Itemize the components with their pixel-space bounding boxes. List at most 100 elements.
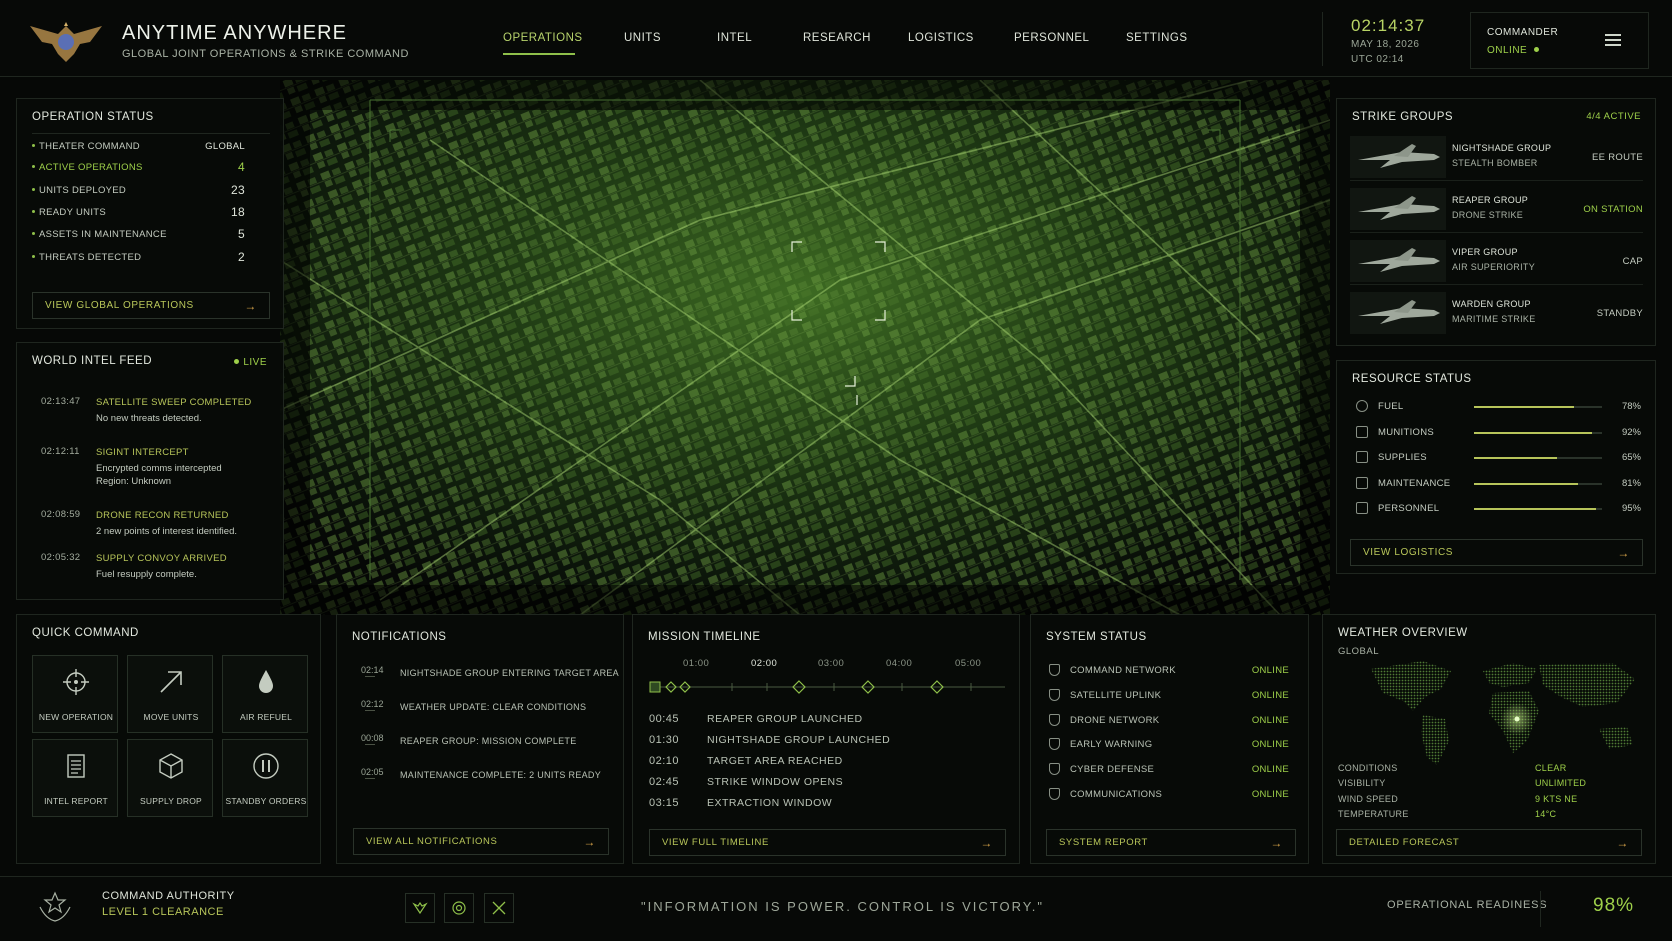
- wings-icon: [412, 902, 428, 914]
- notification-time: 02:14: [361, 665, 384, 675]
- system-shield-icon: [1049, 713, 1060, 726]
- timeline-tick-label: 05:00: [955, 658, 982, 669]
- timeline-event-label[interactable]: EXTRACTION WINDOW: [707, 797, 832, 809]
- system-report-button[interactable]: SYSTEM REPORT →: [1046, 829, 1296, 856]
- user-status-text: ONLINE: [1487, 45, 1528, 56]
- timeline-event-label[interactable]: STRIKE WINDOW OPENS: [707, 776, 843, 788]
- intel-body: Encrypted comms intercepted: [96, 463, 222, 474]
- footer-shortcut-wings[interactable]: [405, 893, 435, 923]
- crate-icon: [156, 751, 186, 781]
- notification-text[interactable]: REAPER GROUP: MISSION COMPLETE: [400, 736, 577, 746]
- status-row-value: 2: [238, 250, 245, 264]
- aircraft-thumbnail: [1350, 240, 1446, 282]
- button-label: DETAILED FORECAST: [1349, 837, 1460, 848]
- intel-body: No new threats detected.: [96, 413, 202, 424]
- resource-bar-fill: [1474, 508, 1596, 510]
- arrow-right-icon: →: [583, 834, 596, 849]
- eagle-emblem-icon: [30, 22, 102, 62]
- status-row-text: THREATS DETECTED: [39, 252, 142, 263]
- view-global-operations-button[interactable]: VIEW GLOBAL OPERATIONS →: [32, 292, 270, 319]
- user-card[interactable]: COMMANDER ONLINE: [1470, 12, 1649, 69]
- document-icon: [61, 751, 91, 781]
- quick-command-move-units-button[interactable]: MOVE UNITS: [127, 655, 213, 733]
- strike-group-status: EE ROUTE: [1592, 152, 1643, 163]
- quick-command-standby-orders-button[interactable]: STANDBY ORDERS: [222, 739, 308, 817]
- footer-shortcut-radar[interactable]: [444, 893, 474, 923]
- munitions-icon: [1356, 425, 1368, 438]
- timeline-track[interactable]: [647, 675, 1009, 699]
- intel-title[interactable]: SUPPLY CONVOY ARRIVED: [96, 553, 227, 564]
- button-label: VIEW GLOBAL OPERATIONS: [45, 300, 194, 311]
- intel-title[interactable]: SATELLITE SWEEP COMPLETED: [96, 397, 252, 408]
- arrow-right-icon: →: [1616, 835, 1629, 850]
- radar-icon: [452, 901, 466, 915]
- tactical-map[interactable]: [280, 80, 1330, 615]
- quick-command-label: SUPPLY DROP: [140, 796, 202, 806]
- timeline-event-label[interactable]: REAPER GROUP LAUNCHED: [707, 713, 863, 725]
- app-subtitle: GLOBAL JOINT OPERATIONS & STRIKE COMMAND: [122, 48, 409, 60]
- intel-title[interactable]: DRONE RECON RETURNED: [96, 510, 229, 521]
- timeline-event-label[interactable]: NIGHTSHADE GROUP LAUNCHED: [707, 734, 890, 746]
- tab-intel[interactable]: INTEL: [717, 32, 752, 44]
- world-map[interactable]: [1353, 649, 1643, 769]
- timeline-event-time: 02:45: [649, 776, 680, 788]
- view-all-notifications-button[interactable]: VIEW ALL NOTIFICATIONS →: [353, 828, 609, 855]
- resource-bar-track: [1474, 457, 1602, 459]
- status-row-text: ACTIVE OPERATIONS: [39, 162, 143, 173]
- tab-units[interactable]: UNITS: [624, 32, 661, 44]
- notification-sublabel: [365, 676, 375, 677]
- quick-command-new-operation-button[interactable]: NEW OPERATION: [32, 655, 118, 733]
- quick-command-intel-report-button[interactable]: INTEL REPORT: [32, 739, 118, 817]
- app-title: ANYTIME ANYWHERE: [122, 22, 347, 44]
- strike-group-name: REAPER GROUP: [1452, 195, 1529, 205]
- status-row-value: 18: [231, 205, 245, 219]
- strike-group-type: DRONE STRIKE: [1452, 210, 1524, 220]
- hamburger-icon[interactable]: [1605, 34, 1621, 47]
- strike-group-row[interactable]: VIPER GROUP AIR SUPERIORITY CAP: [1350, 237, 1643, 285]
- arrow-right-icon: →: [980, 835, 993, 850]
- aircraft-thumbnail: [1350, 292, 1446, 334]
- mission-timeline-title: MISSION TIMELINE: [648, 631, 761, 643]
- view-full-timeline-button[interactable]: VIEW FULL TIMELINE →: [649, 829, 1006, 856]
- readiness-label: OPERATIONAL READINESS: [1387, 899, 1548, 911]
- strike-group-row[interactable]: WARDEN GROUP MARITIME STRIKE STANDBY: [1350, 289, 1643, 337]
- button-label: VIEW ALL NOTIFICATIONS: [366, 836, 498, 847]
- tab-active-underline: [503, 53, 575, 55]
- resource-bar-fill: [1474, 482, 1578, 485]
- detailed-forecast-button[interactable]: DETAILED FORECAST →: [1336, 829, 1642, 856]
- live-label: LIVE: [243, 357, 267, 368]
- quick-command-air-refuel-button[interactable]: AIR REFUEL: [222, 655, 308, 733]
- system-shield-icon: [1049, 738, 1060, 751]
- tab-logistics[interactable]: LOGISTICS: [908, 32, 974, 44]
- view-logistics-button[interactable]: VIEW LOGISTICS →: [1350, 539, 1643, 566]
- authority-title: COMMAND AUTHORITY: [102, 890, 235, 902]
- strike-group-row[interactable]: NIGHTSHADE GROUP STEALTH BOMBER EE ROUTE: [1350, 133, 1643, 181]
- tab-personnel[interactable]: PERSONNEL: [1014, 32, 1089, 44]
- bullet-dot-icon: [32, 255, 35, 258]
- status-row-label: THREATS DETECTED: [32, 252, 141, 263]
- footer-shortcut-swords[interactable]: [484, 893, 514, 923]
- timeline-event-time: 00:45: [649, 713, 680, 725]
- clock-date: MAY 18, 2026: [1351, 39, 1420, 50]
- quick-command-supply-drop-button[interactable]: SUPPLY DROP: [127, 739, 213, 817]
- weather-label: WIND SPEED: [1338, 793, 1399, 804]
- strike-group-row[interactable]: REAPER GROUP DRONE STRIKE ON STATION: [1350, 185, 1643, 233]
- notification-text[interactable]: MAINTENANCE COMPLETE: 2 UNITS READY: [400, 770, 601, 780]
- timeline-event-label[interactable]: TARGET AREA REACHED: [707, 755, 843, 767]
- live-dot-icon: [234, 359, 240, 364]
- tab-research[interactable]: RESEARCH: [803, 32, 871, 44]
- notification-text[interactable]: WEATHER UPDATE: CLEAR CONDITIONS: [400, 702, 586, 712]
- aircraft-icon: [1358, 300, 1440, 324]
- status-row-label: ACTIVE OPERATIONS: [32, 162, 143, 173]
- aircraft-icon: [1358, 248, 1440, 272]
- location-marker: [1514, 716, 1520, 722]
- wrench-icon: [1356, 476, 1368, 489]
- system-status-value: ONLINE: [1251, 764, 1289, 776]
- intel-body: 2 new points of interest identified.: [96, 526, 238, 537]
- system-label: EARLY WARNING: [1070, 739, 1153, 751]
- tab-operations[interactable]: OPERATIONS: [503, 32, 583, 44]
- notification-text[interactable]: NIGHTSHADE GROUP ENTERING TARGET AREA: [400, 668, 619, 678]
- intel-title[interactable]: SIGINT INTERCEPT: [96, 447, 189, 458]
- tab-settings[interactable]: SETTINGS: [1126, 32, 1188, 44]
- intel-body: Fuel resupply complete.: [96, 569, 197, 580]
